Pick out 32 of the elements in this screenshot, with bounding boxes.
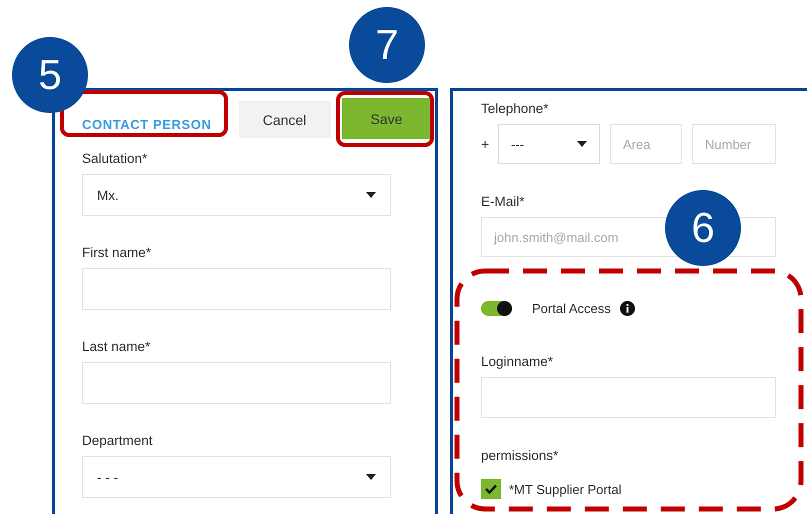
input-field[interactable] — [82, 268, 391, 310]
select-field[interactable]: - - - — [82, 456, 391, 498]
field-label: Salutation* — [82, 151, 148, 166]
country-code-select[interactable]: --- — [498, 124, 600, 164]
toggle-label: Portal Access — [532, 301, 611, 316]
select-field[interactable]: Mx. — [82, 174, 391, 216]
dropdown-caret-icon — [577, 141, 587, 147]
checkmark-icon — [485, 484, 497, 494]
field-label: Telephone* — [481, 101, 550, 116]
field-label: permissions* — [481, 448, 560, 463]
plus-sign: + — [481, 136, 490, 152]
step-number-badge: 7 — [349, 7, 425, 83]
field-label: E-Mail* — [481, 194, 526, 209]
select-value: Mx. — [97, 188, 119, 202]
checkbox[interactable] — [481, 479, 501, 499]
input-field[interactable] — [481, 377, 776, 418]
dropdown-caret-icon — [366, 192, 376, 198]
portal-access-toggle[interactable] — [481, 301, 512, 316]
field-label: Department — [82, 433, 154, 448]
dropdown-caret-icon — [366, 474, 376, 480]
step-number-badge: 6 — [665, 190, 741, 266]
info-icon[interactable] — [620, 301, 635, 316]
save-button[interactable]: Save — [342, 98, 432, 139]
cancel-button[interactable]: Cancel — [238, 101, 330, 138]
step-number-badge: 5 — [12, 37, 88, 113]
select-value: --- — [511, 136, 524, 152]
checkbox-label: *MT Supplier Portal — [509, 482, 622, 496]
select-value: - - - — [97, 470, 118, 484]
field-label: Loginname* — [481, 354, 554, 369]
field-label: Last name* — [82, 339, 152, 354]
field-label: First name* — [82, 245, 152, 260]
input-field[interactable] — [82, 362, 391, 404]
